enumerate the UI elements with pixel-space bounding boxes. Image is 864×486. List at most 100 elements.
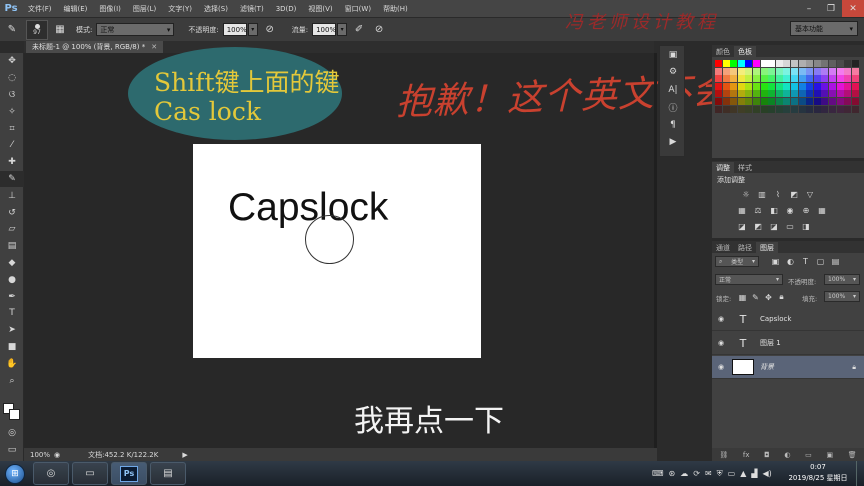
levels-icon[interactable]: ▥ [754, 187, 770, 201]
swatch-cell[interactable] [783, 105, 791, 113]
filter-shape-icon[interactable]: ▢ [813, 254, 828, 268]
swatch-cell[interactable] [760, 97, 768, 105]
swatch-cell[interactable] [821, 97, 829, 105]
swatch-cell[interactable] [821, 90, 829, 98]
swatch-cell[interactable] [851, 90, 859, 98]
path-select-icon[interactable]: ➤ [0, 322, 24, 339]
swatch-cell[interactable] [768, 90, 776, 98]
swatch-cell[interactable] [790, 90, 798, 98]
marquee-tool-icon[interactable]: ◌ [0, 70, 24, 87]
swatch-cell[interactable] [828, 82, 836, 90]
swatch-cell[interactable] [836, 90, 844, 98]
gradient-map-icon[interactable]: ▭ [782, 219, 798, 233]
swatch-cell[interactable] [730, 60, 738, 67]
menu-file[interactable]: 文件(F) [22, 4, 58, 14]
swatch-cell[interactable] [768, 75, 776, 83]
swatch-cell[interactable] [737, 90, 745, 98]
swatch-cell[interactable] [844, 60, 852, 67]
swatch-cell[interactable] [775, 75, 783, 83]
move-tool-icon[interactable]: ✥ [0, 53, 24, 70]
status-menu-arrow-icon[interactable]: ▶ [182, 451, 187, 459]
swatch-cell[interactable] [851, 60, 859, 67]
swatch-cell[interactable] [806, 97, 814, 105]
eyedropper-icon[interactable]: ⁄ [0, 137, 24, 154]
black-white-icon[interactable]: ◧ [766, 203, 782, 217]
show-desktop-button[interactable] [856, 461, 864, 486]
add-mask-icon[interactable]: ◘ [764, 451, 770, 459]
photoshop-icon[interactable]: Ps [111, 462, 147, 485]
swatch-cell[interactable] [806, 60, 814, 67]
swatch-cell[interactable] [752, 90, 760, 98]
swatch-cell[interactable] [783, 75, 791, 83]
blend-mode-select[interactable]: 正常 ▾ [715, 274, 783, 285]
pen-tool-icon[interactable]: ✒ [0, 288, 24, 305]
swatch-cell[interactable] [730, 82, 738, 90]
swatch-cell[interactable] [722, 60, 730, 67]
swatch-cell[interactable] [798, 97, 806, 105]
swatch-cell[interactable] [737, 60, 745, 67]
swatch-cell[interactable] [806, 67, 814, 75]
hue-saturation-icon[interactable]: ▦ [734, 203, 750, 217]
background-color-swatch[interactable] [9, 409, 20, 420]
swatch-cell[interactable] [737, 67, 745, 75]
paragraph-panel-icon[interactable]: ¶ [660, 116, 686, 134]
close-tab-icon[interactable]: ✕ [151, 43, 157, 51]
swatch-cell[interactable] [851, 105, 859, 113]
swatch-cell[interactable] [715, 82, 722, 90]
swatch-cell[interactable] [730, 75, 738, 83]
blur-icon[interactable]: ◆ [0, 255, 24, 272]
layer-name[interactable]: 背景 [760, 362, 774, 372]
pressure-size-icon[interactable]: ⊘ [371, 22, 387, 38]
swatch-cell[interactable] [760, 90, 768, 98]
exposure-icon[interactable]: ◩ [786, 187, 802, 201]
swatch-cell[interactable] [836, 82, 844, 90]
history-brush-icon[interactable]: ↺ [0, 204, 24, 221]
hand-tool-icon[interactable]: ✋ [0, 355, 24, 372]
keyboard-icon[interactable]: ⌨ [652, 469, 664, 478]
lasso-tool-icon[interactable]: ଓ [0, 87, 24, 104]
menu-window[interactable]: 窗口(W) [339, 4, 377, 14]
swatch-cell[interactable] [783, 82, 791, 90]
zoom-level[interactable]: 100% [24, 451, 54, 459]
swatch-cell[interactable] [783, 97, 791, 105]
layer-opacity-input[interactable]: 100% ▾ [824, 274, 860, 285]
color-swatches[interactable] [3, 403, 21, 421]
status-info-icon[interactable]: ◉ [54, 451, 60, 459]
lock-transparency-icon[interactable]: ▦ [736, 290, 749, 304]
canvas-area[interactable]: Shift键上面的键 Cas lock 抱歉！这个英文不会读 Capslock … [24, 47, 766, 448]
swatch-cell[interactable] [768, 67, 776, 75]
shape-tool-icon[interactable]: ■ [0, 339, 24, 356]
swatch-cell[interactable] [752, 75, 760, 83]
swatch-cell[interactable] [813, 82, 821, 90]
layer-style-icon[interactable]: fx [743, 451, 750, 459]
tab-channels[interactable]: 通道 [712, 242, 734, 253]
link-layers-icon[interactable]: ⛓ [719, 451, 728, 459]
swatch-cell[interactable] [821, 82, 829, 90]
layer-row[interactable]: ◉ T 图层 1 [712, 332, 864, 355]
volume-icon[interactable]: ◀) [763, 469, 772, 478]
menu-type[interactable]: 文字(Y) [162, 4, 198, 14]
swatch-cell[interactable] [760, 67, 768, 75]
swatch-cell[interactable] [798, 105, 806, 113]
tab-adjustments[interactable]: 调整 [712, 162, 734, 173]
swatch-cell[interactable] [775, 67, 783, 75]
swatch-cell[interactable] [760, 105, 768, 113]
swatch-cell[interactable] [821, 60, 829, 67]
system-clock[interactable]: 0:07 2019/8/25 星期日 [782, 462, 854, 484]
swatch-cell[interactable] [844, 97, 852, 105]
swatch-cell[interactable] [783, 60, 791, 67]
brush-size-picker[interactable]: 97 [26, 19, 48, 40]
swatch-cell[interactable] [745, 82, 753, 90]
swatch-grid[interactable] [715, 60, 861, 113]
swatch-cell[interactable] [821, 75, 829, 83]
type-tool-icon[interactable]: T [0, 305, 24, 322]
curves-icon[interactable]: ⌇ [770, 187, 786, 201]
flow-input[interactable]: 100% [312, 23, 336, 36]
swatch-cell[interactable] [806, 90, 814, 98]
swatch-cell[interactable] [768, 105, 776, 113]
swatch-cell[interactable] [821, 105, 829, 113]
swatch-cell[interactable] [715, 67, 722, 75]
eye-icon[interactable]: ◉ [712, 315, 730, 323]
swatch-cell[interactable] [844, 75, 852, 83]
swatch-cell[interactable] [760, 60, 768, 67]
